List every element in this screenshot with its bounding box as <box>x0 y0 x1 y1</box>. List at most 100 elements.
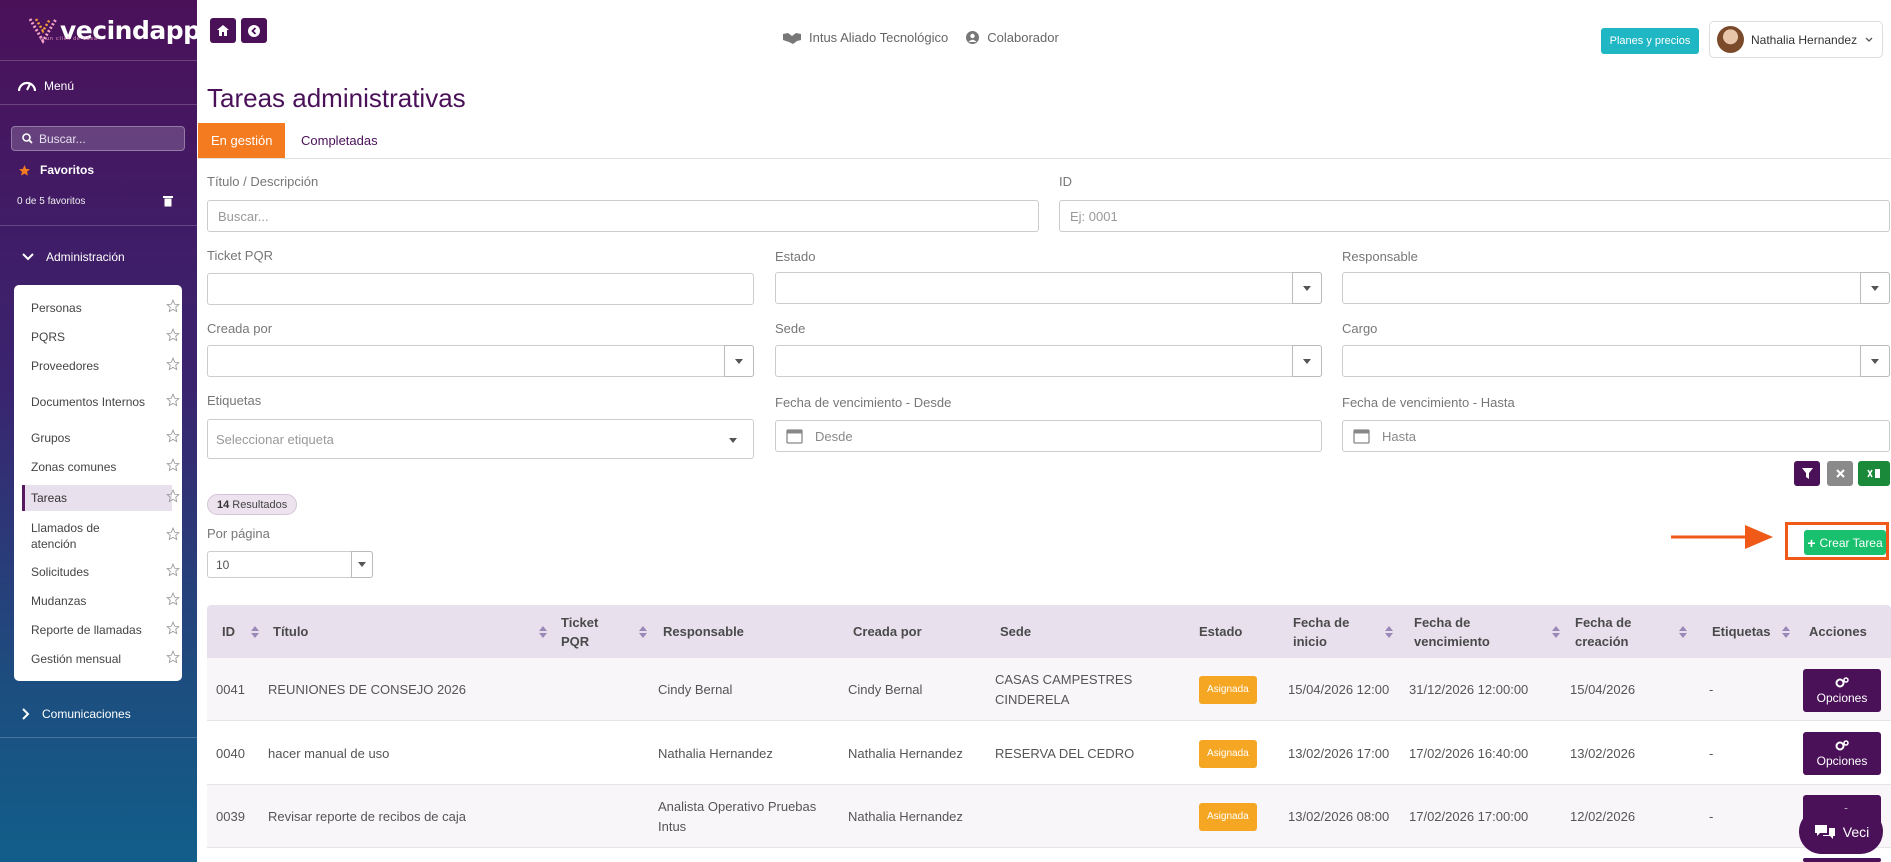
back-button[interactable] <box>241 18 267 43</box>
sidebar-item-grupos[interactable]: Grupos <box>22 427 180 448</box>
star-icon <box>19 164 30 176</box>
home-button[interactable] <box>210 18 236 43</box>
column-header-tags[interactable]: Etiquetas <box>1712 605 1790 658</box>
column-header-start-date[interactable]: Fecha de inicio <box>1293 605 1393 658</box>
table-row[interactable]: 0039 Revisar reporte de recibos de caja … <box>207 785 1891 848</box>
dropdown-toggle[interactable] <box>1292 272 1322 304</box>
star-outline-icon[interactable] <box>166 428 180 447</box>
sidebar-item-zonas-comunes[interactable]: Zonas comunes <box>22 456 180 477</box>
create-task-button[interactable]: + Crear Tarea <box>1804 530 1886 555</box>
column-header-ticket[interactable]: Ticket PQR <box>561 605 647 658</box>
sidebar-item-documentos[interactable]: Documentos Internos <box>22 385 180 419</box>
user-circle-icon <box>966 31 980 44</box>
due-from-label: Fecha de vencimiento - Desde <box>775 395 952 410</box>
responsible-select[interactable] <box>1342 272 1890 304</box>
sidebar-item-reporte-llamadas[interactable]: Reporte de llamadas <box>22 619 180 640</box>
plans-button[interactable]: Planes y precios <box>1601 28 1699 54</box>
star-outline-icon[interactable] <box>166 489 180 507</box>
sidebar-search-input[interactable]: Buscar... <box>11 126 185 151</box>
sort-icon <box>1782 625 1790 638</box>
column-header-id[interactable]: ID <box>222 605 259 658</box>
table-row[interactable]: 0041 REUNIONES DE CONSEJO 2026 Cindy Ber… <box>207 658 1891 721</box>
status-select[interactable] <box>775 272 1322 304</box>
star-outline-icon[interactable] <box>166 620 180 639</box>
sidebar-item-llamados[interactable]: Llamados de atención <box>22 519 180 553</box>
brand-logo[interactable]: vecindapp <box>28 12 201 48</box>
column-header-title[interactable]: Título <box>273 605 547 658</box>
column-header-actions: Acciones <box>1809 605 1879 658</box>
cell-site: CASAS CAMPESTRES CINDERELA <box>995 671 1133 707</box>
user-name: Nathalia Hernandez <box>1751 32 1858 47</box>
trash-icon[interactable] <box>163 195 173 210</box>
star-outline-icon[interactable] <box>166 356 180 375</box>
cell-id: 0040 <box>216 745 245 761</box>
chat-widget-button[interactable]: Veci <box>1799 809 1883 854</box>
cell-title: Revisar reporte de recibos de caja <box>268 808 466 824</box>
column-header-due-date[interactable]: Fecha de vencimiento <box>1414 605 1560 658</box>
dropdown-toggle[interactable] <box>1860 345 1890 377</box>
sidebar-item-gestion-mensual[interactable]: Gestión mensual <box>22 648 180 669</box>
per-page-select[interactable]: 10 <box>207 551 373 578</box>
sidebar: vecindapp a un click de casa Menú Buscar… <box>0 0 201 862</box>
dropdown-toggle[interactable] <box>1292 345 1322 377</box>
star-outline-icon[interactable] <box>166 393 180 411</box>
tab-divider <box>198 158 1891 159</box>
header-text: Título <box>273 624 309 639</box>
sidebar-item-personas[interactable]: Personas <box>22 297 180 318</box>
due-to-label: Fecha de vencimiento - Hasta <box>1342 395 1515 410</box>
options-button[interactable]: Opciones <box>1803 732 1881 775</box>
star-outline-icon[interactable] <box>166 298 180 317</box>
user-menu[interactable]: Nathalia Hernandez <box>1709 21 1883 58</box>
export-excel-button[interactable] <box>1858 461 1890 486</box>
tags-filter-label: Etiquetas <box>207 393 262 408</box>
star-outline-icon[interactable] <box>166 591 180 610</box>
column-header-created-by[interactable]: Creada por <box>853 605 973 658</box>
plus-icon: + <box>1807 534 1816 551</box>
item-label: Llamados de atención <box>31 521 100 551</box>
sidebar-item-proveedores[interactable]: Proveedores <box>22 355 180 376</box>
sidebar-item-administration[interactable]: Administración <box>22 250 125 264</box>
table-row[interactable]: 0040 hacer manual de uso Nathalia Hernan… <box>207 722 1891 785</box>
results-badge: 14 Resultados <box>207 494 298 515</box>
id-input[interactable]: Ej: 0001 <box>1059 200 1890 232</box>
filter-button[interactable] <box>1794 461 1820 486</box>
cell-status: Asignada <box>1199 722 1257 785</box>
dropdown-toggle[interactable] <box>351 551 373 578</box>
due-to-input[interactable]: Hasta <box>1342 420 1890 452</box>
status-filter-label: Estado <box>775 249 816 264</box>
column-header-created-date[interactable]: Fecha de creación <box>1575 605 1687 658</box>
sidebar-item-tareas[interactable]: Tareas <box>22 485 180 511</box>
tab-en-gestion[interactable]: En gestión <box>198 123 286 158</box>
column-header-site[interactable]: Sede <box>1000 605 1150 658</box>
created-by-select[interactable] <box>207 345 754 377</box>
favorites-header[interactable]: Favoritos <box>18 163 94 177</box>
dropdown-toggle[interactable] <box>1860 272 1890 304</box>
column-header-responsible[interactable]: Responsable <box>663 605 813 658</box>
clear-filters-button[interactable] <box>1827 461 1853 486</box>
position-select[interactable] <box>1342 345 1890 377</box>
title-search-input[interactable]: Buscar... <box>207 200 1039 232</box>
star-outline-icon[interactable] <box>166 327 180 346</box>
cell-tags: - <box>1709 808 1714 824</box>
star-outline-icon[interactable] <box>166 527 180 545</box>
tab-completadas[interactable]: Completadas <box>288 123 391 158</box>
sidebar-item-pqrs[interactable]: PQRS <box>22 326 180 347</box>
site-select[interactable] <box>775 345 1322 377</box>
star-outline-icon[interactable] <box>166 562 180 581</box>
sidebar-menu[interactable]: Menú <box>18 78 74 94</box>
column-header-status[interactable]: Estado <box>1199 605 1259 658</box>
cogs-icon <box>1835 739 1849 750</box>
sidebar-item-solicitudes[interactable]: Solicitudes <box>22 561 180 582</box>
sidebar-item-mudanzas[interactable]: Mudanzas <box>22 590 180 611</box>
options-button-partial[interactable] <box>1803 858 1881 862</box>
sidebar-item-communications[interactable]: Comunicaciones <box>22 707 131 721</box>
due-from-input[interactable]: Desde <box>775 420 1322 452</box>
dropdown-toggle[interactable] <box>724 345 754 377</box>
ticket-input[interactable] <box>207 273 754 305</box>
item-label: Grupos <box>31 430 71 445</box>
star-outline-icon[interactable] <box>166 649 180 668</box>
star-outline-icon[interactable] <box>166 457 180 476</box>
tags-select[interactable]: Seleccionar etiqueta <box>207 419 754 459</box>
cell-responsible: Cindy Bernal <box>658 681 733 697</box>
options-button[interactable]: Opciones <box>1803 669 1881 712</box>
